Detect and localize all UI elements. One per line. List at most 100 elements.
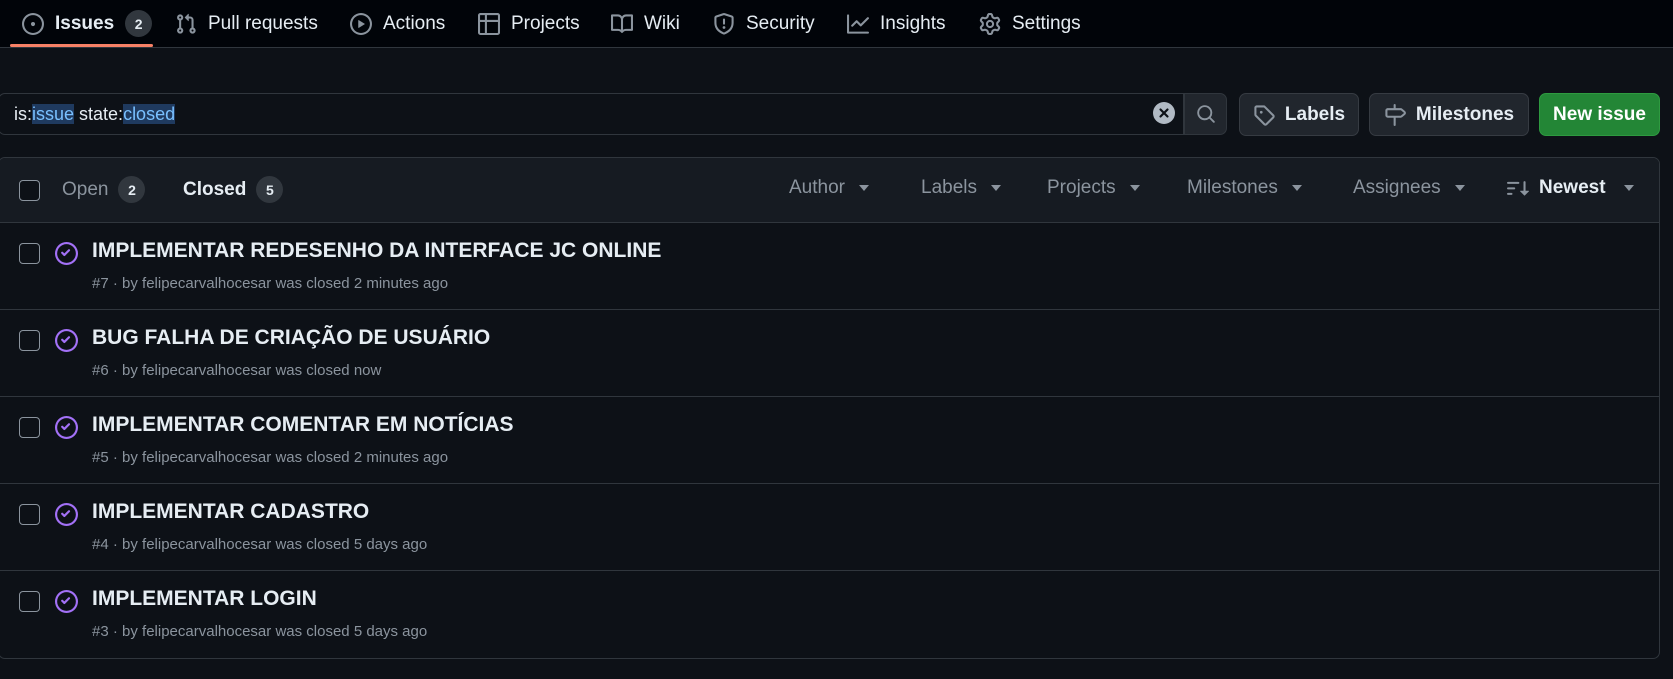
issue-meta: #3 · by felipecarvalhocesar was closed 5… (92, 623, 427, 640)
milestones-button-label: Milestones (1415, 103, 1515, 125)
issue-author-link[interactable]: felipecarvalhocesar (142, 536, 271, 553)
issue-meta: #7 · by felipecarvalhocesar was closed 2… (92, 275, 448, 292)
issue-title-link[interactable]: IMPLEMENTAR LOGIN (92, 587, 317, 611)
issue-title-link[interactable]: IMPLEMENTAR COMENTAR EM NOTÍCIAS (92, 413, 514, 437)
issue-status: was closed 2 minutes ago (271, 449, 449, 466)
issue-meta: #4 · by felipecarvalhocesar was closed 5… (92, 536, 427, 553)
triangle-down-icon (1129, 185, 1140, 191)
x-icon (1158, 107, 1170, 119)
issue-checkbox[interactable] (19, 417, 40, 438)
issue-author-link[interactable]: felipecarvalhocesar (142, 623, 271, 640)
issue-status: was closed 5 days ago (271, 536, 428, 553)
repo-nav: Issues 2 Pull requests Actions Projects … (0, 0, 1673, 48)
play-icon (350, 12, 372, 35)
issue-checkbox[interactable] (19, 504, 40, 525)
tab-label: Wiki (644, 12, 680, 34)
meta-by: · by (108, 623, 143, 640)
tab-actions[interactable]: Actions (350, 0, 445, 47)
issue-status: was closed 2 minutes ago (271, 275, 449, 292)
issue-author-link[interactable]: felipecarvalhocesar (142, 449, 271, 466)
issue-meta: #6 · by felipecarvalhocesar was closed n… (92, 362, 381, 379)
issue-checkbox[interactable] (19, 591, 40, 612)
issue-author-link[interactable]: felipecarvalhocesar (142, 362, 271, 379)
issue-title-link[interactable]: BUG FALHA DE CRIAÇÃO DE USUÁRIO (92, 326, 490, 350)
tab-insights[interactable]: Insights (847, 0, 945, 47)
tab-label: Projects (511, 12, 580, 34)
new-issue-button[interactable]: New issue (1539, 93, 1660, 136)
meta-by: · by (108, 449, 143, 466)
issue-number: #4 (92, 536, 109, 553)
milestones-button[interactable]: Milestones (1369, 93, 1529, 136)
tab-projects[interactable]: Projects (478, 0, 580, 47)
tab-settings[interactable]: Settings (979, 0, 1081, 47)
triangle-down-icon (1623, 185, 1634, 191)
tab-label: Issues (55, 12, 115, 34)
triangle-down-icon (1454, 185, 1465, 191)
issues-list: Open 2 Closed 5 Author Labels Projects M… (0, 157, 1660, 659)
tab-pull-requests[interactable]: Pull requests (175, 0, 318, 47)
filter-label: Author (789, 177, 845, 198)
issue-row: BUG FALHA DE CRIAÇÃO DE USUÁRIO #6 · by … (0, 310, 1659, 397)
closed-issues-link[interactable]: Closed 5 (183, 176, 284, 203)
closed-counter: 5 (256, 176, 284, 203)
new-issue-button-label: New issue (1553, 103, 1646, 125)
tab-label: Settings (1012, 12, 1081, 34)
issue-checkbox[interactable] (19, 243, 40, 264)
issue-row: IMPLEMENTAR CADASTRO #4 · by felipecarva… (0, 484, 1659, 571)
search-icon (1196, 104, 1216, 124)
milestone-icon (1384, 103, 1406, 126)
triangle-down-icon (858, 185, 869, 191)
tab-label: Pull requests (208, 12, 318, 34)
issue-closed-icon (55, 590, 78, 613)
gear-icon (979, 12, 1001, 35)
open-counter: 2 (118, 176, 146, 203)
book-icon (611, 13, 633, 35)
issue-title-link[interactable]: IMPLEMENTAR CADASTRO (92, 500, 369, 524)
milestones-filter[interactable]: Milestones (1187, 177, 1302, 199)
meta-by: · by (108, 275, 143, 292)
issue-opened-icon (22, 12, 44, 35)
triangle-down-icon (1291, 185, 1302, 191)
projects-filter[interactable]: Projects (1047, 177, 1140, 199)
open-label: Open (62, 178, 109, 200)
select-all-checkbox[interactable] (19, 180, 40, 201)
issue-closed-icon (55, 329, 78, 352)
assignees-filter[interactable]: Assignees (1353, 177, 1465, 199)
query-part-highlight: issue (32, 104, 75, 124)
clear-search-button[interactable] (1153, 102, 1175, 124)
meta-by: · by (108, 362, 143, 379)
labels-filter[interactable]: Labels (921, 177, 1001, 199)
sort-dropdown[interactable]: Newest (1507, 177, 1634, 199)
tab-label: Insights (880, 12, 946, 34)
issue-row: IMPLEMENTAR LOGIN #3 · by felipecarvalho… (0, 571, 1659, 658)
tab-wiki[interactable]: Wiki (611, 0, 680, 47)
issue-status: was closed now (271, 362, 382, 379)
query-part: state: (74, 104, 124, 124)
issues-search-input[interactable]: is:issue state:closed (0, 93, 1184, 135)
issue-author-link[interactable]: felipecarvalhocesar (142, 275, 271, 292)
issues-counter: 2 (125, 10, 153, 37)
issue-row: IMPLEMENTAR REDESENHO DA INTERFACE JC ON… (0, 223, 1659, 310)
labels-button[interactable]: Labels (1239, 93, 1359, 136)
issue-title-link[interactable]: IMPLEMENTAR REDESENHO DA INTERFACE JC ON… (92, 239, 661, 263)
issue-number: #3 (92, 623, 109, 640)
issue-status: was closed 5 days ago (271, 623, 428, 640)
filter-label: Assignees (1353, 177, 1441, 198)
issue-number: #6 (92, 362, 109, 379)
filter-label: Projects (1047, 177, 1116, 198)
tag-icon (1253, 104, 1275, 126)
open-issues-link[interactable]: Open 2 (62, 176, 146, 203)
query-part: is: (14, 104, 32, 124)
author-filter[interactable]: Author (789, 177, 869, 199)
issue-checkbox[interactable] (19, 330, 40, 351)
tab-issues[interactable]: Issues 2 (22, 0, 153, 47)
labels-button-label: Labels (1284, 103, 1346, 125)
search-button[interactable] (1184, 93, 1227, 135)
sort-desc-icon (1507, 177, 1529, 199)
issue-closed-icon (55, 416, 78, 439)
issue-closed-icon (55, 503, 78, 526)
sort-label: Newest (1539, 177, 1606, 198)
issue-meta: #5 · by felipecarvalhocesar was closed 2… (92, 449, 448, 466)
meta-by: · by (108, 536, 143, 553)
tab-security[interactable]: Security (713, 0, 815, 47)
